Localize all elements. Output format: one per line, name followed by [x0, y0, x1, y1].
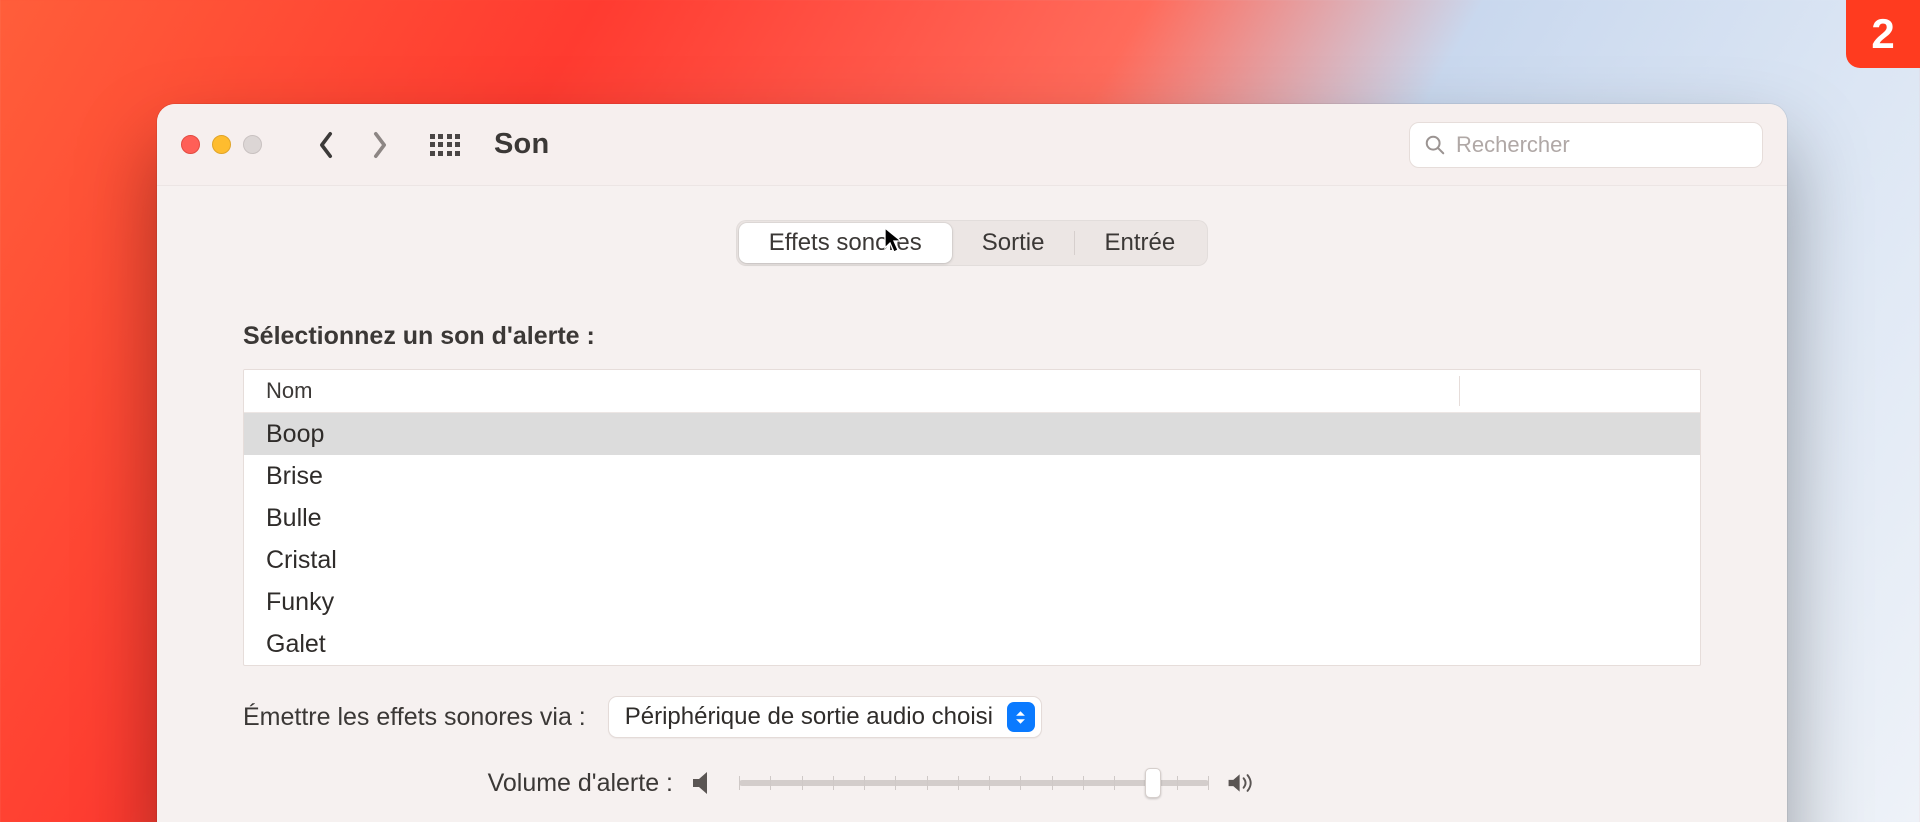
show-all-button[interactable] — [428, 128, 462, 162]
output-device-value: Périphérique de sortie audio choisi — [625, 703, 993, 731]
alert-sounds-list[interactable]: Nom BoopBriseBulleCristalFunkyGalet — [243, 369, 1701, 666]
column-separator — [1459, 376, 1460, 406]
alert-volume-slider[interactable] — [739, 768, 1209, 798]
forward-button — [360, 125, 400, 165]
speaker-high-icon — [1227, 770, 1257, 796]
titlebar: Son — [157, 104, 1787, 186]
column-name-header: Nom — [266, 378, 312, 404]
alert-sound-row[interactable]: Bulle — [244, 497, 1700, 539]
play-through-label: Émettre les effets sonores via : — [243, 703, 586, 732]
search-field[interactable] — [1409, 122, 1763, 168]
alert-sound-row[interactable]: Cristal — [244, 539, 1700, 581]
step-badge: 2 — [1846, 0, 1920, 68]
output-device-select[interactable]: Périphérique de sortie audio choisi — [608, 696, 1042, 738]
list-header: Nom — [244, 370, 1700, 413]
preferences-window: Son Effets sonoresSortieEntrée Sélection… — [157, 104, 1787, 822]
alert-sound-row[interactable]: Boop — [244, 413, 1700, 455]
alert-sound-row[interactable]: Funky — [244, 581, 1700, 623]
close-window-button[interactable] — [181, 135, 200, 154]
search-icon — [1424, 134, 1446, 156]
chevron-up-icon — [1015, 710, 1026, 717]
tab-bar: Effets sonoresSortieEntrée — [736, 220, 1208, 266]
alert-volume-label: Volume d'alerte : — [243, 769, 673, 798]
minimize-window-button[interactable] — [212, 135, 231, 154]
select-stepper[interactable] — [1007, 702, 1035, 732]
grid-icon — [430, 134, 461, 156]
window-controls — [181, 135, 262, 154]
sound-effects-panel: Sélectionnez un son d'alerte : Nom BoopB… — [201, 290, 1743, 798]
tab-entr-e[interactable]: Entrée — [1074, 223, 1205, 263]
tab-sortie[interactable]: Sortie — [952, 223, 1075, 263]
back-button[interactable] — [306, 125, 346, 165]
tab-effets-sonores[interactable]: Effets sonores — [739, 223, 952, 263]
content: Effets sonoresSortieEntrée Sélectionnez … — [157, 186, 1787, 798]
alert-sound-row[interactable]: Galet — [244, 623, 1700, 665]
chevron-right-icon — [371, 131, 389, 159]
alert-sound-row[interactable]: Brise — [244, 455, 1700, 497]
window-title: Son — [494, 128, 549, 161]
slider-thumb[interactable] — [1145, 768, 1161, 798]
zoom-window-button — [243, 135, 262, 154]
chevron-left-icon — [317, 131, 335, 159]
chevron-down-icon — [1015, 718, 1026, 725]
speaker-low-icon — [691, 770, 721, 796]
search-input[interactable] — [1456, 132, 1748, 158]
alert-select-label: Sélectionnez un son d'alerte : — [243, 322, 1701, 351]
